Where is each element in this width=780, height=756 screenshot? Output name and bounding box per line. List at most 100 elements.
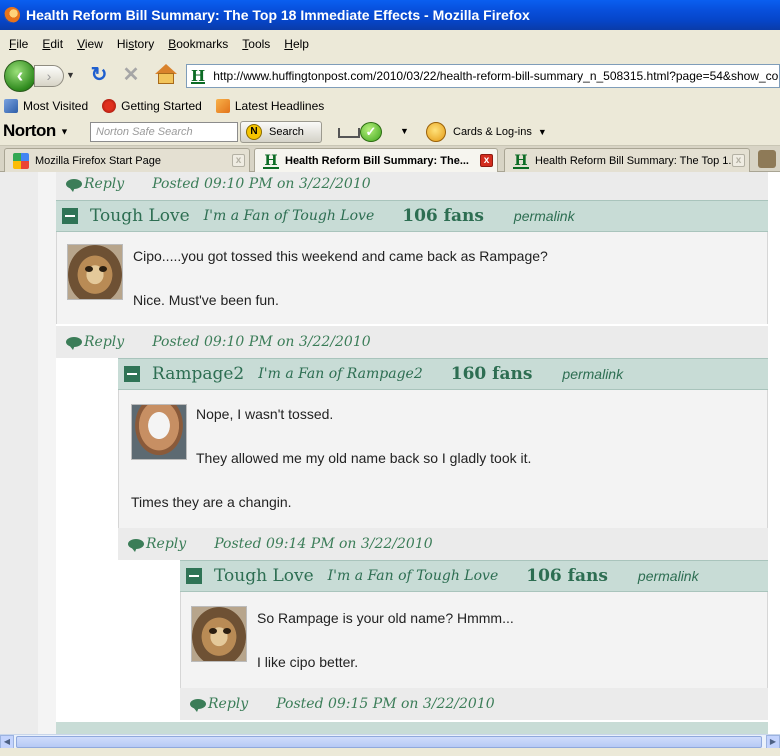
- comment-author[interactable]: Tough Love: [90, 206, 190, 226]
- bookmark-latest-headlines[interactable]: Latest Headlines: [215, 99, 324, 113]
- norton-n-icon: N: [246, 124, 262, 140]
- norton-toolbar: Norton ▼ Norton Safe Search N Search ✓ ▼…: [0, 118, 780, 146]
- next-comment-header: [56, 722, 768, 734]
- status-bar: [0, 748, 780, 756]
- become-fan-link[interactable]: I'm a Fan of Rampage2: [258, 366, 423, 382]
- tab-close-icon[interactable]: x: [480, 154, 493, 167]
- fan-count: 106 fans: [402, 206, 484, 226]
- fan-count: 106 fans: [526, 566, 608, 586]
- posted-time: Posted 09:15 PM on 3/22/2010: [276, 696, 495, 712]
- collapse-icon[interactable]: [124, 366, 140, 382]
- norton-search-button[interactable]: N Search: [240, 121, 322, 143]
- avatar[interactable]: [191, 606, 247, 662]
- posted-time: Posted 09:14 PM on 3/22/2010: [214, 536, 433, 552]
- permalink[interactable]: permalink: [562, 366, 623, 382]
- norton-safe-web-button[interactable]: ✓ ▼: [338, 122, 409, 142]
- firefox-start-icon: [102, 99, 117, 113]
- posted-time: Posted 09:10 PM on 3/22/2010: [152, 334, 371, 350]
- most-visited-icon: [4, 99, 18, 113]
- menu-edit[interactable]: Edit: [35, 35, 70, 53]
- comment-text: Nice. Must've been fun.: [133, 292, 279, 308]
- tab-extension-icon[interactable]: [758, 150, 776, 168]
- comment-header: Rampage2 I'm a Fan of Rampage2 160 fans …: [118, 358, 768, 390]
- site-favicon-icon: H: [191, 67, 206, 85]
- check-icon: ✓: [360, 122, 382, 142]
- menu-view[interactable]: View: [70, 35, 110, 53]
- comment-text: Nope, I wasn't tossed.: [196, 406, 334, 422]
- collapse-icon[interactable]: [62, 208, 78, 224]
- tab-health-reform-2[interactable]: H Health Reform Bill Summary: The Top 1.…: [504, 148, 750, 172]
- bookmark-most-visited[interactable]: Most Visited: [4, 99, 88, 113]
- comment-body: Nope, I wasn't tossed. They allowed me m…: [118, 390, 768, 528]
- menu-history[interactable]: History: [110, 35, 161, 53]
- history-dropdown-icon[interactable]: ▼: [66, 70, 75, 80]
- reply-row: Reply Posted 09:10 PM on 3/22/2010: [56, 326, 768, 358]
- menu-bookmarks[interactable]: Bookmarks: [161, 35, 235, 53]
- page-content: Reply Posted 09:10 PM on 3/22/2010 Tough…: [0, 172, 780, 734]
- norton-search-input[interactable]: Norton Safe Search: [90, 122, 238, 142]
- comment-header: Tough Love I'm a Fan of Tough Love 106 f…: [56, 200, 768, 232]
- tab-firefox-start[interactable]: Mozilla Firefox Start Page x: [4, 148, 250, 172]
- rss-icon: [215, 99, 230, 113]
- reply-row: Reply Posted 09:14 PM on 3/22/2010: [118, 528, 768, 560]
- navigation-toolbar: ‹ › ▼ ↻ ✕ H http://www.huffingtonpost.co…: [0, 58, 780, 94]
- become-fan-link[interactable]: I'm a Fan of Tough Love: [328, 568, 499, 584]
- shopping-cart-icon: [338, 128, 360, 138]
- horizontal-scrollbar[interactable]: ◀ ▶: [0, 734, 780, 749]
- window-titlebar: Health Reform Bill Summary: The Top 18 I…: [0, 0, 780, 30]
- huffpost-favicon-icon: H: [513, 152, 529, 169]
- comment-body: So Rampage is your old name? Hmmm... I l…: [180, 592, 768, 688]
- reply-bubble-icon: [66, 179, 82, 192]
- firefox-icon: [4, 7, 20, 23]
- url-text[interactable]: http://www.huffingtonpost.com/2010/03/22…: [213, 69, 779, 83]
- bookmark-getting-started[interactable]: Getting Started: [102, 99, 202, 113]
- tab-health-reform-active[interactable]: H Health Reform Bill Summary: The... x: [254, 148, 498, 173]
- forward-button[interactable]: ›: [34, 65, 64, 87]
- collapse-icon[interactable]: [186, 568, 202, 584]
- left-rail-inner: [38, 172, 56, 734]
- avatar[interactable]: [131, 404, 187, 460]
- scroll-thumb[interactable]: [16, 736, 762, 748]
- lock-icon: [426, 122, 446, 142]
- home-icon[interactable]: [154, 64, 178, 86]
- stop-icon[interactable]: ✕: [120, 64, 142, 86]
- reply-link[interactable]: Reply: [208, 696, 248, 712]
- scroll-right-icon[interactable]: ▶: [766, 735, 780, 749]
- tab-bar: Mozilla Firefox Start Page x H Health Re…: [0, 146, 780, 173]
- chevron-down-icon: ▼: [537, 127, 547, 137]
- comment-body: Cipo.....you got tossed this weekend and…: [56, 232, 768, 324]
- comment-text: They allowed me my old name back so I gl…: [196, 450, 532, 466]
- comment-header: Tough Love I'm a Fan of Tough Love 106 f…: [180, 560, 768, 592]
- menu-tools[interactable]: Tools: [235, 35, 277, 53]
- posted-time: Posted 09:10 PM on 3/22/2010: [152, 176, 371, 192]
- become-fan-link[interactable]: I'm a Fan of Tough Love: [204, 208, 375, 224]
- tab-close-icon[interactable]: x: [732, 154, 745, 167]
- url-bar[interactable]: H http://www.huffingtonpost.com/2010/03/…: [186, 64, 780, 88]
- back-button[interactable]: ‹: [4, 60, 36, 92]
- comment-author[interactable]: Rampage2: [152, 364, 244, 384]
- scroll-left-icon[interactable]: ◀: [0, 735, 14, 749]
- left-rail: [0, 172, 38, 734]
- permalink[interactable]: permalink: [638, 568, 699, 584]
- reply-link[interactable]: Reply: [84, 334, 124, 350]
- reply-bubble-icon: [128, 539, 144, 552]
- reply-bubble-icon: [190, 699, 206, 712]
- menu-file[interactable]: File: [2, 35, 35, 53]
- reply-row: Reply Posted 09:15 PM on 3/22/2010: [180, 688, 768, 720]
- permalink[interactable]: permalink: [514, 208, 575, 224]
- huffpost-favicon-icon: H: [263, 153, 279, 169]
- comment-text: Cipo.....you got tossed this weekend and…: [133, 248, 548, 264]
- reply-link[interactable]: Reply: [146, 536, 186, 552]
- reply-link[interactable]: Reply: [84, 176, 124, 192]
- chevron-down-icon: ▼: [400, 126, 409, 136]
- cards-logins-button[interactable]: Cards & Log-ins ▼: [426, 122, 547, 142]
- menu-help[interactable]: Help: [277, 35, 316, 53]
- comment-author[interactable]: Tough Love: [214, 566, 314, 586]
- window-title: Health Reform Bill Summary: The Top 18 I…: [26, 7, 530, 23]
- avatar[interactable]: [67, 244, 123, 300]
- reply-row-top: Reply Posted 09:10 PM on 3/22/2010: [56, 172, 768, 200]
- norton-menu[interactable]: Norton ▼: [3, 121, 69, 141]
- tab-close-icon[interactable]: x: [232, 154, 245, 167]
- reload-icon[interactable]: ↻: [88, 64, 110, 86]
- comment-text: Times they are a changin.: [131, 494, 292, 510]
